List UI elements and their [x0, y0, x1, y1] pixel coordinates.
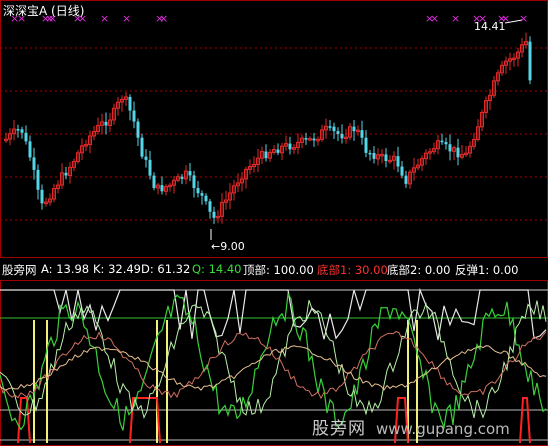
candle-body — [360, 130, 364, 138]
candle-body — [136, 121, 140, 138]
candle-body — [36, 169, 40, 190]
candle-body — [32, 157, 36, 170]
candle-body — [148, 159, 152, 176]
candle-body — [24, 132, 28, 142]
watermark-text: 股旁网 — [312, 419, 366, 439]
candle-body — [312, 138, 316, 141]
signal-marker: × — [159, 12, 168, 25]
chart-title: 深深宝A (日线) — [3, 4, 85, 18]
value-q: Q: 14.40 — [192, 262, 242, 276]
value-bottom2: 底部2: 0.00 — [387, 263, 451, 277]
candle-body — [364, 137, 368, 153]
candle-body — [104, 121, 108, 126]
value-a: A: 13.98 — [41, 262, 90, 276]
candle-body — [204, 195, 208, 202]
candle-body — [128, 96, 132, 111]
candle-body — [40, 189, 44, 204]
candle-body — [192, 175, 196, 189]
signal-marker: × — [451, 12, 460, 25]
candle-body — [200, 193, 204, 196]
candle-body — [188, 171, 192, 176]
candle-body — [28, 141, 32, 158]
candle-body — [340, 133, 344, 139]
value-top: 顶部: 100.00 — [243, 263, 314, 277]
candle-body — [288, 143, 292, 150]
candle-body — [264, 151, 268, 159]
signal-marker: × — [430, 12, 439, 25]
candle-body — [208, 201, 212, 212]
candle-body — [180, 176, 184, 179]
candle-body — [368, 152, 372, 155]
candle-body — [276, 149, 280, 153]
candle-body — [448, 144, 452, 152]
candle-body — [528, 41, 532, 81]
candle-body — [304, 138, 308, 140]
signal-marker: × — [519, 12, 528, 25]
value-bottom1: 底部1: 30.00 — [317, 263, 388, 277]
high-price-label: 14.41 — [474, 20, 506, 33]
low-price-label: ←9.00 — [211, 240, 245, 253]
indicator-name: 股旁网 — [2, 263, 37, 277]
d-line — [0, 330, 547, 400]
candle-body — [332, 126, 336, 132]
value-d: D: 61.32 — [141, 262, 191, 276]
bottom-signal — [519, 397, 531, 444]
candle-body — [132, 110, 136, 122]
watermark-url: www.gupang.com — [376, 420, 510, 438]
candle-body — [372, 152, 376, 159]
indicator-header: 股旁网 A: 13.98 K: 32.49 D: 61.32 Q: 14.40 … — [0, 258, 548, 280]
candle-body — [140, 137, 144, 157]
candle-body — [444, 142, 448, 145]
candle-body — [160, 185, 164, 192]
watermark: 股旁网 www.gupang.com — [312, 414, 510, 439]
candle-body — [352, 126, 356, 132]
candle-body — [144, 156, 148, 160]
signal-marker: × — [122, 12, 131, 25]
price-frame — [0, 0, 548, 258]
candle-body — [64, 172, 68, 176]
candle-body — [196, 188, 200, 194]
candle-body — [400, 166, 404, 176]
candle-body — [20, 129, 24, 133]
candle-body — [396, 156, 400, 167]
candle-body — [404, 175, 408, 184]
value-rebound1: 反弹1: 0.00 — [455, 263, 519, 277]
candle-body — [336, 131, 340, 134]
candle-body — [328, 126, 332, 128]
candle-body — [212, 211, 216, 218]
a-line — [0, 345, 547, 391]
value-k: K: 32.49 — [93, 262, 141, 276]
candle-body — [384, 154, 388, 162]
candlestick-chart[interactable]: ×× ××× ×× × × ×× ×× × ×× ×× × — [0, 0, 548, 258]
candle-body — [456, 147, 460, 158]
candle-body — [152, 175, 156, 188]
candle-body — [440, 140, 444, 143]
signal-marker: × — [100, 12, 109, 25]
candle-body — [16, 129, 20, 131]
price-chart-panel[interactable]: × × × × × × × × × × × × × × × × × × × 深深宝A (日线) 14.41 ←9.0… — [0, 0, 548, 258]
